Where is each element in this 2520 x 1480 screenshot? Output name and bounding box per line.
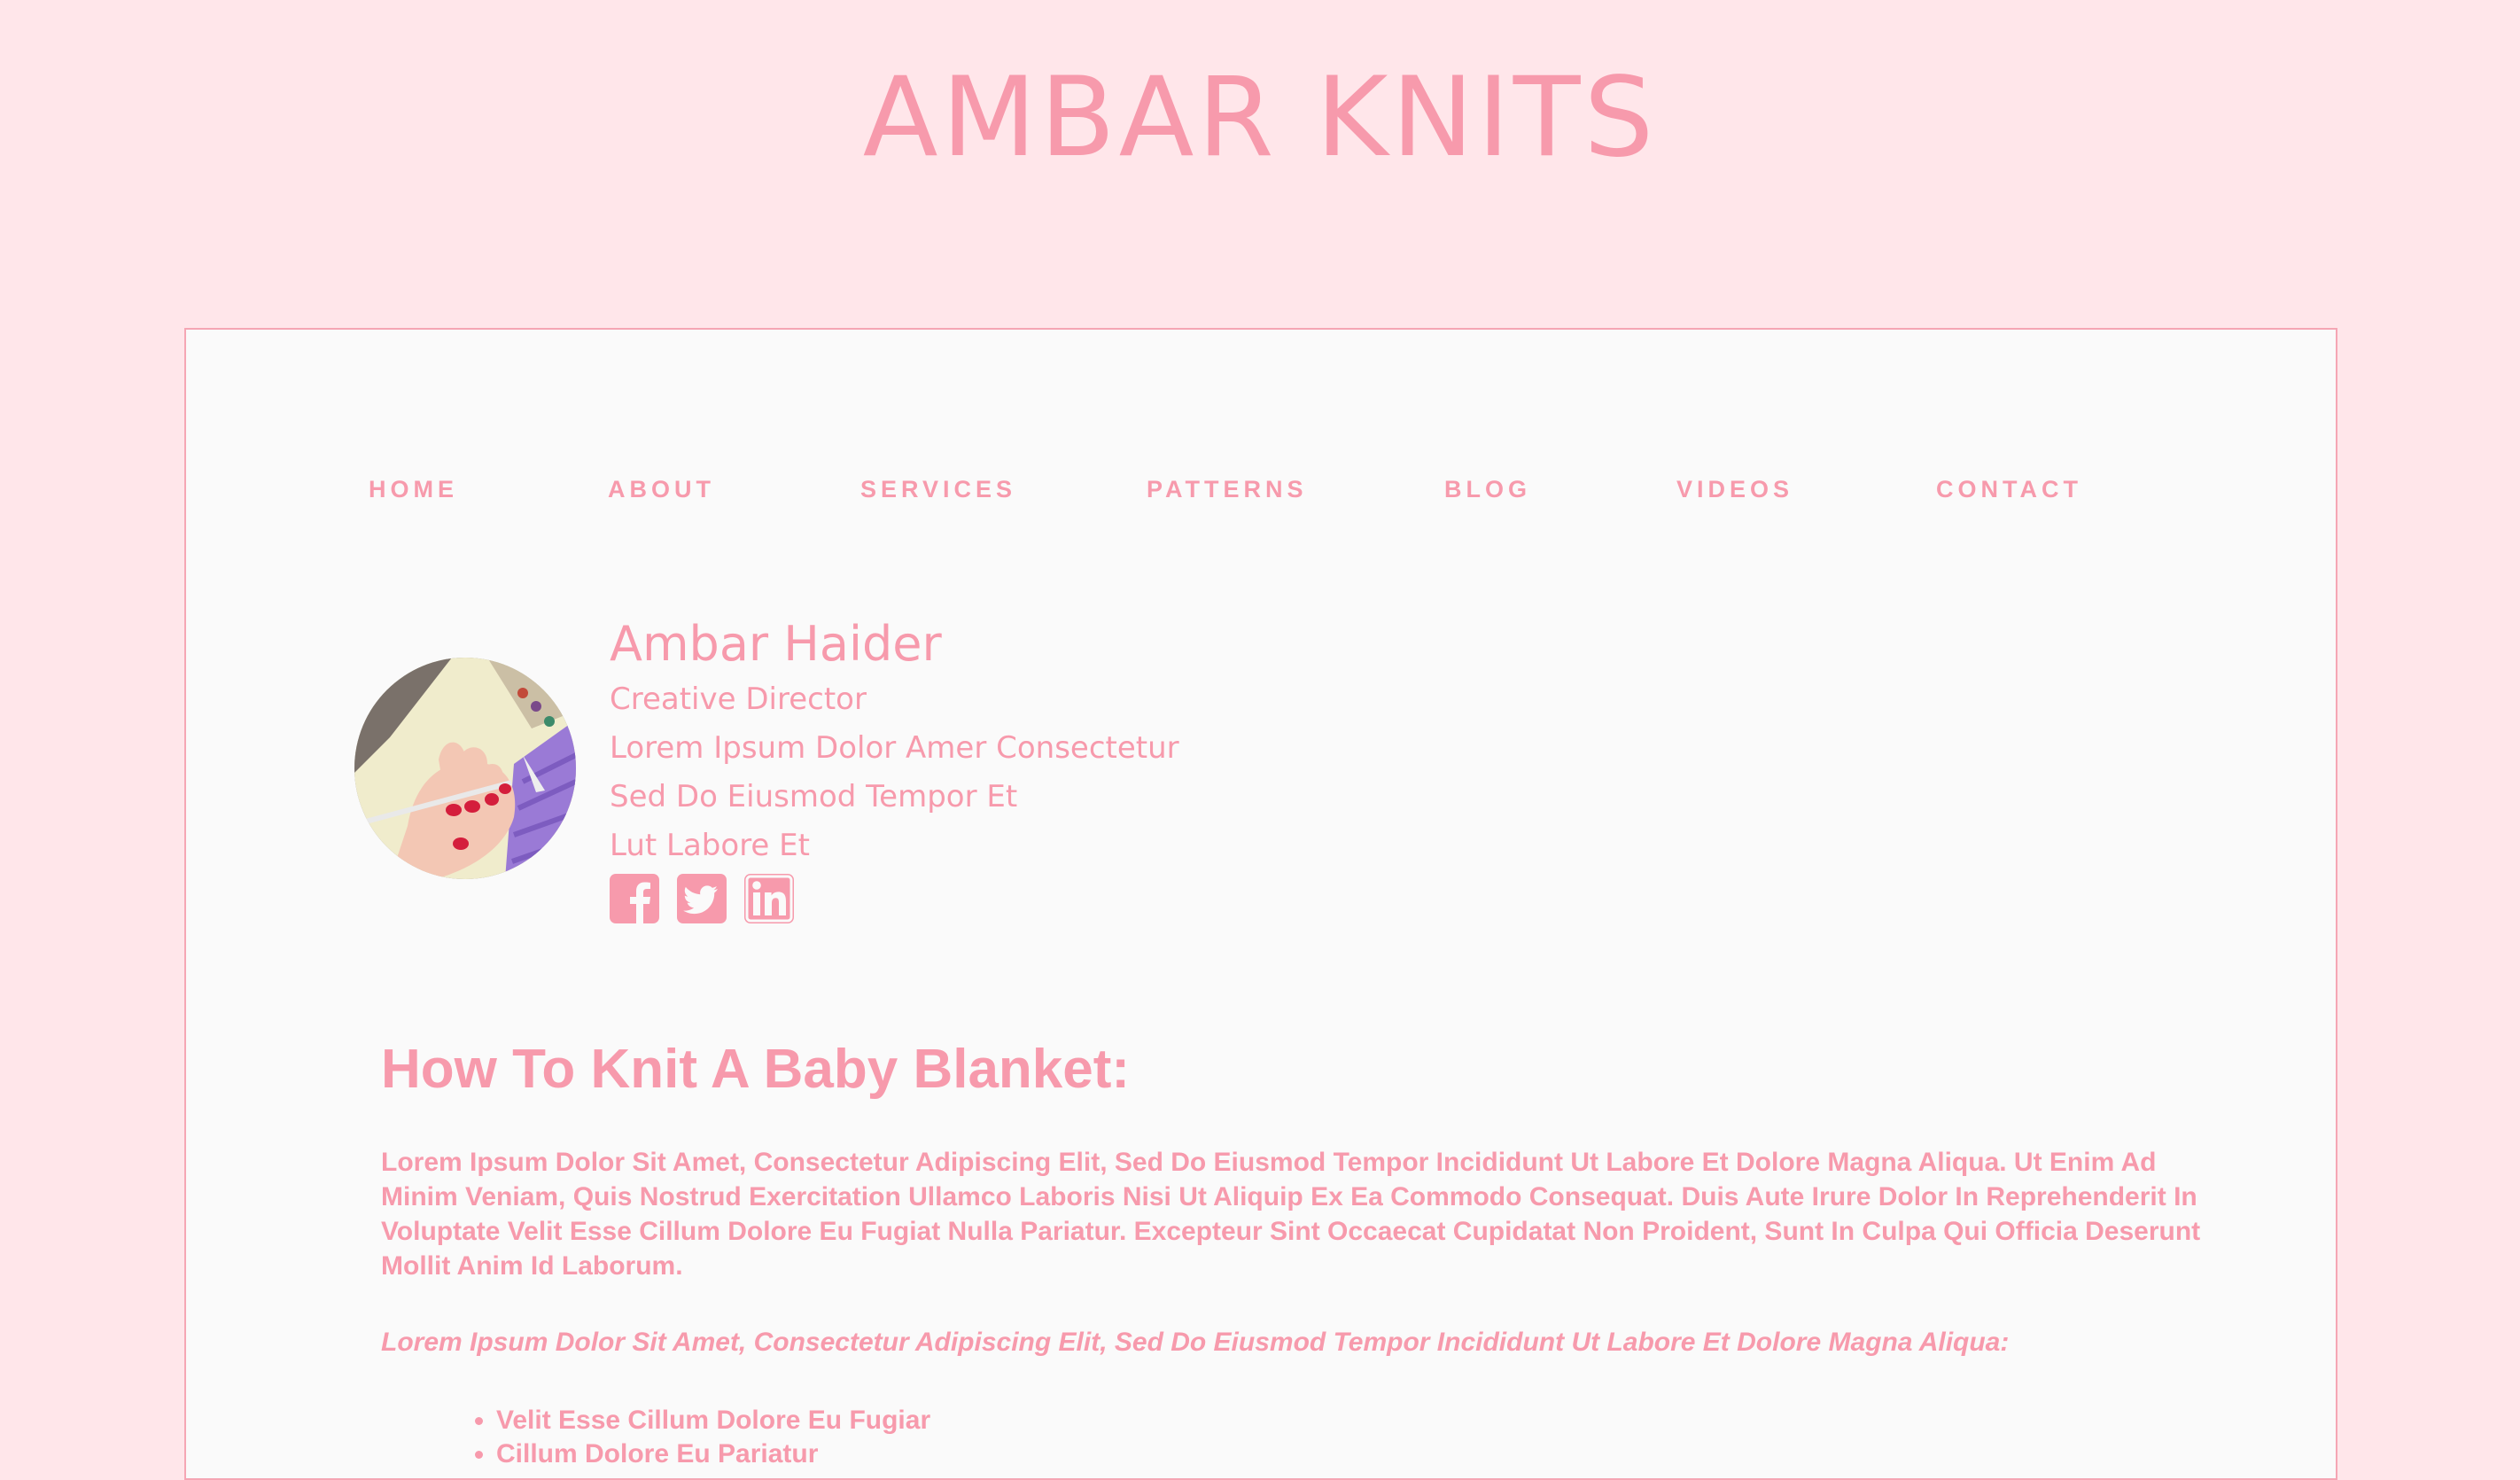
profile-role: Creative Director xyxy=(610,682,867,717)
content-card: HOME ABOUT SERVICES PATTERNS BLOG VIDEOS… xyxy=(184,328,2337,1480)
facebook-icon[interactable] xyxy=(610,874,659,923)
nav-patterns[interactable]: PATTERNS xyxy=(1147,463,1308,516)
profile-line: Sed Do Eiusmod Tempor Et xyxy=(610,779,1018,814)
nav-videos[interactable]: VIDEOS xyxy=(1676,463,1793,516)
nav-contact[interactable]: CONTACT xyxy=(1936,463,2082,516)
nav-blog[interactable]: BLOG xyxy=(1444,463,1531,516)
article-body: Lorem Ipsum Dolor Sit Amet, Consectetur … xyxy=(381,1148,2201,1281)
profile-line: Lut Labore Et xyxy=(610,828,810,863)
profile-name: Ambar Haider xyxy=(610,616,942,672)
nav-home[interactable]: HOME xyxy=(369,463,458,516)
nav-about[interactable]: ABOUT xyxy=(608,463,715,516)
article-title: How To Knit A Baby Blanket: xyxy=(381,1039,1131,1100)
list-item: Velit Esse Cillum Dolore Eu Fugiar xyxy=(496,1404,2224,1437)
article-list: Velit Esse Cillum Dolore Eu Fugiar Cillu… xyxy=(381,1404,2224,1471)
main-nav: HOME ABOUT SERVICES PATTERNS BLOG VIDEOS… xyxy=(186,463,2336,516)
twitter-icon[interactable] xyxy=(677,874,727,923)
linkedin-icon[interactable] xyxy=(744,874,794,923)
article-intro: Lorem Ipsum Dolor Sit Amet, Consectetur … xyxy=(381,1328,2010,1357)
profile-info: Ambar Haider Creative Director Lorem Ips… xyxy=(610,613,1407,923)
article: How To Knit A Baby Blanket: Lorem Ipsum … xyxy=(381,1030,2224,1471)
site-title: AMBAR KNITS xyxy=(862,54,1658,182)
list-item: Cillum Dolore Eu Pariatur xyxy=(496,1437,2224,1471)
nav-services[interactable]: SERVICES xyxy=(860,463,1016,516)
social-links xyxy=(610,874,1407,923)
profile-line: Lorem Ipsum Dolor Amer Consectetur xyxy=(610,730,1179,766)
avatar xyxy=(354,658,576,879)
